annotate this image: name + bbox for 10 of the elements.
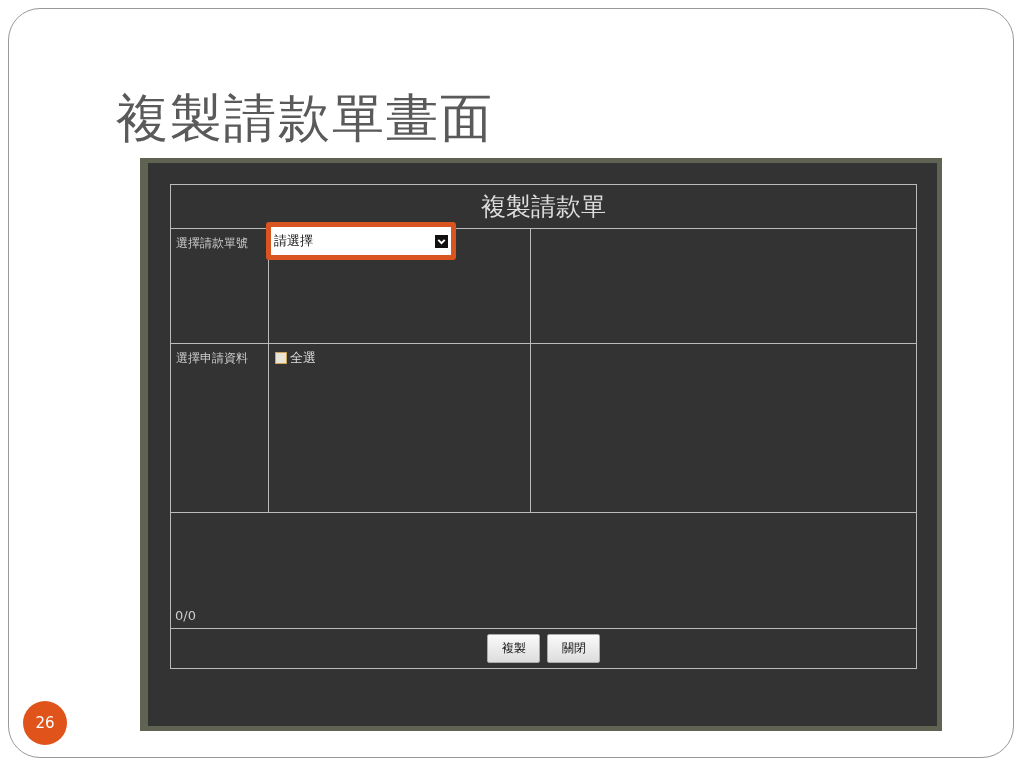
caret-icon (435, 234, 448, 248)
row-label: 選擇請款單號 (171, 229, 269, 344)
row-label: 選擇申請資料 (171, 344, 269, 513)
dialog-button[interactable]: 複製 (487, 634, 540, 663)
page-number: 26 (23, 701, 67, 745)
dialog-button[interactable]: 關閉 (547, 634, 600, 663)
order-select[interactable]: 請選擇 (271, 227, 451, 255)
select-all-checkbox[interactable]: 全選 (269, 344, 316, 367)
slide-title: 複製請款單畫面 (116, 87, 495, 150)
count-text: 0/0 (175, 608, 196, 623)
